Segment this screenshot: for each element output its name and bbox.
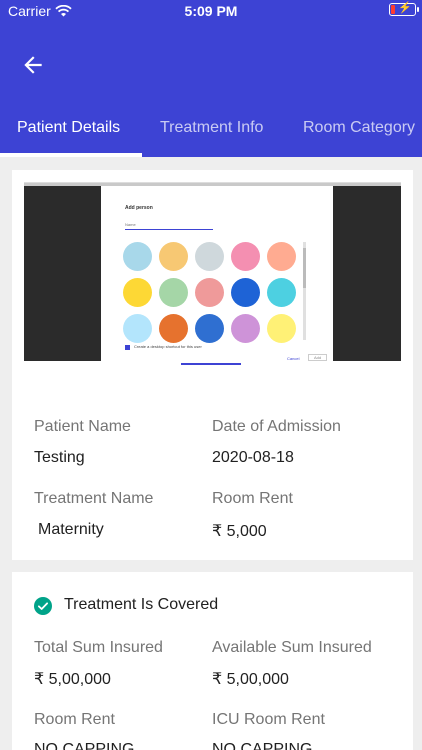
status-time: 5:09 PM	[184, 3, 238, 19]
tab-room-category[interactable]: Room Category	[303, 119, 415, 137]
room-rent-label: Room Rent	[212, 490, 293, 507]
avatar	[159, 278, 188, 307]
battery-charging-icon: ⚡	[389, 2, 419, 16]
preview-checkbox-label: Create a desktop shortcut for this user	[134, 344, 202, 349]
treatment-name-label: Treatment Name	[34, 490, 154, 507]
preview-checkbox	[125, 345, 130, 350]
icu-room-rent-label: ICU Room Rent	[212, 711, 325, 728]
coverage-status: Treatment Is Covered	[64, 596, 219, 613]
total-sum-insured-value: ₹ 5,00,000	[34, 671, 111, 688]
app-bar	[0, 22, 422, 102]
check-circle-icon	[34, 597, 52, 615]
preview-progress	[181, 363, 241, 365]
preview-add-button: Add	[308, 354, 327, 361]
preview-avatar-grid	[123, 242, 301, 343]
preview-dialog: Add person Name Create a desktop shortcu…	[101, 186, 333, 365]
avatar	[159, 242, 188, 271]
status-bar: Carrier 5:09 PM ⚡	[0, 0, 422, 22]
avatar	[159, 314, 188, 343]
avatar	[267, 242, 296, 271]
admission-date-value: 2020-08-18	[212, 449, 294, 466]
avatar	[231, 242, 260, 271]
arrow-left-icon[interactable]	[20, 52, 46, 78]
avatar	[267, 278, 296, 307]
avatar	[123, 314, 152, 343]
preview-name-input: Name	[125, 222, 213, 230]
icu-room-rent-value: NO CAPPING	[212, 741, 313, 750]
preview-dialog-title: Add person	[125, 205, 153, 211]
admission-date-label: Date of Admission	[212, 418, 341, 435]
avatar	[231, 278, 260, 307]
document-preview-image[interactable]: Add person Name Create a desktop shortcu…	[24, 182, 401, 365]
avatar	[195, 314, 224, 343]
patient-details-card: Add person Name Create a desktop shortcu…	[12, 170, 413, 560]
coverage-card: Treatment Is Covered Total Sum Insured A…	[12, 572, 413, 750]
avatar	[195, 242, 224, 271]
preview-scrollbar	[303, 242, 306, 340]
room-rent-value: ₹ 5,000	[212, 523, 267, 540]
tab-bar: Patient Details Treatment Info Room Cate…	[0, 102, 422, 157]
treatment-name-value: Maternity	[38, 521, 104, 538]
avatar	[123, 242, 152, 271]
avatar	[195, 278, 224, 307]
avatar	[123, 278, 152, 307]
tab-indicator	[0, 153, 142, 157]
available-sum-insured-value: ₹ 5,00,000	[212, 671, 289, 688]
avatar	[231, 314, 260, 343]
patient-name-value: Testing	[34, 449, 85, 466]
tab-patient-details[interactable]: Patient Details	[17, 119, 120, 137]
avatar	[267, 314, 296, 343]
coverage-room-rent-value: NO CAPPING	[34, 741, 135, 750]
available-sum-insured-label: Available Sum Insured	[212, 639, 372, 656]
patient-name-label: Patient Name	[34, 418, 131, 435]
total-sum-insured-label: Total Sum Insured	[34, 639, 163, 656]
coverage-room-rent-label: Room Rent	[34, 711, 115, 728]
preview-cancel-button: Cancel	[287, 356, 300, 361]
tab-treatment-info[interactable]: Treatment Info	[160, 119, 263, 137]
